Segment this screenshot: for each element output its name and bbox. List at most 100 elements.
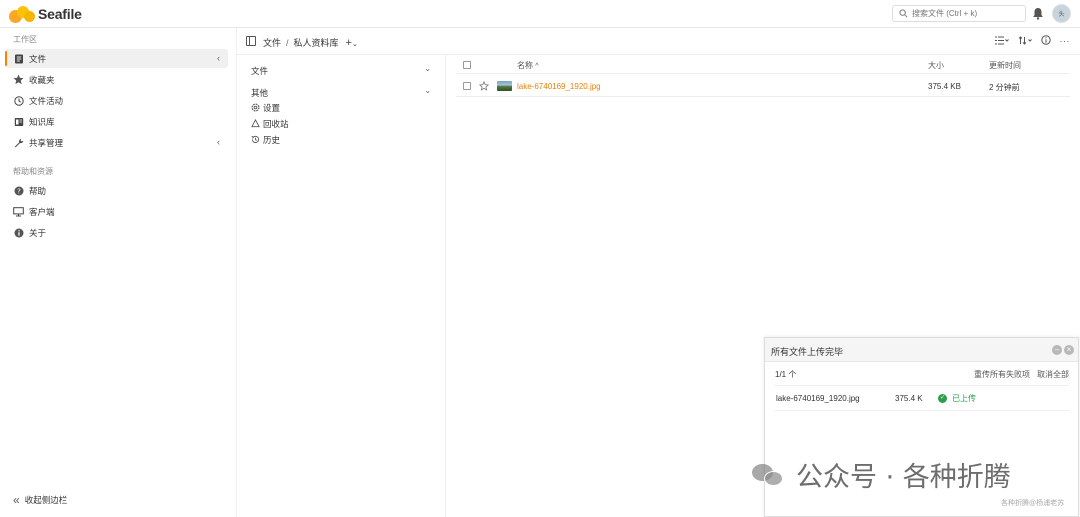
retry-all-failed-button[interactable]: 重传所有失败项 xyxy=(974,369,1030,380)
chevron-left-icon[interactable]: ‹ xyxy=(217,53,220,63)
monitor-icon xyxy=(13,206,24,217)
upload-file-name: lake-6740169_1920.jpg xyxy=(776,394,860,403)
tree-panel: 文件 ⌄ 其他 ⌄ 设置 回收站 历史 xyxy=(237,55,446,517)
tree-item-label: 设置 xyxy=(263,103,281,113)
upload-file-size: 375.4 K xyxy=(895,394,923,403)
seafile-logo[interactable]: Seafile xyxy=(9,5,82,23)
cancel-all-button[interactable]: 取消全部 xyxy=(1037,369,1069,380)
add-new-button[interactable]: +⌄ xyxy=(346,37,358,49)
search-input[interactable] xyxy=(912,9,1022,18)
sidebar-item-label: 帮助 xyxy=(29,185,47,196)
watermark: 公众号 · 各种折腾 xyxy=(752,455,1011,494)
check-circle-icon: ✓ xyxy=(938,394,947,403)
upload-status-label: 已上传 xyxy=(952,394,976,403)
table-row[interactable]: lake-6740169_1920.jpg 375.4 KB 2 分钟前 xyxy=(456,75,1070,97)
sidebar: 工作区 文件 ‹ 收藏夹 文件活动 知识库 共享管理 ‹ 帮助和资源 ? 帮助 … xyxy=(0,28,237,517)
breadcrumb-root[interactable]: 文件 xyxy=(263,36,281,49)
sort-asc-icon: ^ xyxy=(535,63,539,70)
history-icon xyxy=(251,135,261,146)
path-bar: 文件 / 私人资料库 +⌄ ··· xyxy=(237,28,1080,55)
sidebar-item-label: 文件 xyxy=(29,53,47,64)
tree-item-settings[interactable]: 设置 xyxy=(251,102,280,114)
trash-icon xyxy=(251,118,261,130)
collapse-sidebar-button[interactable]: « 收起侧边栏 xyxy=(13,493,67,507)
sidebar-item-favorites[interactable]: 收藏夹 xyxy=(5,70,228,89)
image-thumbnail[interactable] xyxy=(497,81,512,91)
ellipsis-icon: ··· xyxy=(1059,36,1070,46)
help-section-title: 帮助和资源 xyxy=(13,167,53,176)
sidebar-item-label: 知识库 xyxy=(29,116,55,127)
file-modified: 2 分钟前 xyxy=(989,83,1020,92)
sidebar-item-activity[interactable]: 文件活动 xyxy=(5,91,228,110)
view-tools: ··· xyxy=(994,35,1071,47)
watermark-text: 公众号 · 各种折腾 xyxy=(796,462,1011,493)
sort-button[interactable] xyxy=(1018,35,1032,47)
bell-icon[interactable] xyxy=(1032,7,1044,20)
sidebar-item-label: 文件活动 xyxy=(29,95,64,106)
upload-dialog-header: 所有文件上传完毕 – × xyxy=(765,338,1078,362)
details-button[interactable] xyxy=(1040,35,1051,47)
collapse-sidebar-label: 收起侧边栏 xyxy=(24,495,68,505)
chevron-down-icon[interactable]: ⌄ xyxy=(424,86,431,95)
more-options-button[interactable]: ··· xyxy=(1060,36,1071,46)
file-icon xyxy=(13,53,24,64)
top-header: Seafile 头 xyxy=(0,0,1080,28)
minimize-icon[interactable]: – xyxy=(1052,345,1062,355)
column-header-modified[interactable]: 更新时间 xyxy=(989,60,1021,71)
file-name-link[interactable]: lake-6740169_1920.jpg xyxy=(517,82,601,91)
close-icon[interactable]: × xyxy=(1064,345,1074,355)
sidebar-item-label: 共享管理 xyxy=(29,137,64,148)
search-box[interactable] xyxy=(892,5,1026,22)
wrench-icon xyxy=(13,137,24,148)
column-header-name-label: 名称 xyxy=(517,61,533,70)
upload-actions: 重传所有失败项 取消全部 xyxy=(974,369,1069,380)
sidebar-item-clients[interactable]: 客户端 xyxy=(5,202,228,221)
list-view-button[interactable] xyxy=(994,36,1009,47)
column-header-size[interactable]: 大小 xyxy=(928,60,944,71)
chevron-down-icon[interactable]: ⌄ xyxy=(424,64,431,73)
avatar-text: 头 xyxy=(1058,12,1065,18)
svg-text:?: ? xyxy=(17,187,21,195)
list-view-icon xyxy=(994,36,1009,44)
chevron-down-icon: ⌄ xyxy=(351,40,358,48)
sidebar-item-help[interactable]: ? 帮助 xyxy=(5,181,228,200)
chevron-left-icon[interactable]: ‹ xyxy=(217,137,220,147)
sidebar-item-about[interactable]: 关于 xyxy=(5,223,228,242)
file-size: 375.4 KB xyxy=(928,82,961,91)
star-outline-icon[interactable] xyxy=(479,81,489,91)
sidebar-item-label: 客户端 xyxy=(29,206,55,217)
help-icon: ? xyxy=(13,185,24,196)
wechat-icon xyxy=(752,462,784,488)
settings-icon xyxy=(251,102,261,114)
breadcrumb-separator: / xyxy=(286,37,289,48)
workspace-section-title: 工作区 xyxy=(13,35,37,44)
tree-item-history[interactable]: 历史 xyxy=(251,134,280,146)
upload-status: ✓ 已上传 xyxy=(938,393,976,404)
star-icon xyxy=(13,74,24,85)
toggle-tree-panel-icon[interactable] xyxy=(246,36,256,46)
brand-name: Seafile xyxy=(38,6,82,22)
divider xyxy=(775,385,1069,386)
watermark-subtext: 各种折腾@杨浦老苏 xyxy=(1001,500,1065,507)
avatar[interactable]: 头 xyxy=(1052,4,1071,23)
tree-other-header[interactable]: 其他 xyxy=(251,87,268,99)
breadcrumb: 文件 / 私人资料库 +⌄ xyxy=(263,36,358,49)
breadcrumb-library[interactable]: 私人资料库 xyxy=(294,36,339,49)
select-all-checkbox[interactable] xyxy=(463,61,471,69)
sidebar-item-files[interactable]: 文件 ‹ xyxy=(5,49,228,68)
info-icon xyxy=(13,227,24,238)
sidebar-item-share-admin[interactable]: 共享管理 ‹ xyxy=(5,133,228,152)
info-icon xyxy=(1040,35,1051,45)
row-checkbox[interactable] xyxy=(463,82,471,90)
sidebar-item-wiki[interactable]: 知识库 xyxy=(5,112,228,131)
double-chevron-left-icon: « xyxy=(13,493,20,507)
divider xyxy=(775,410,1069,411)
tree-files-header[interactable]: 文件 xyxy=(251,65,268,77)
sidebar-item-label: 收藏夹 xyxy=(29,74,55,85)
file-list-header: 名称 ^ 大小 更新时间 xyxy=(456,55,1070,74)
column-header-name[interactable]: 名称 ^ xyxy=(517,60,539,71)
sort-icon xyxy=(1018,35,1032,45)
upload-count: 1/1 个 xyxy=(775,370,797,379)
tree-item-trash[interactable]: 回收站 xyxy=(251,118,289,130)
sidebar-item-label: 关于 xyxy=(29,227,47,238)
